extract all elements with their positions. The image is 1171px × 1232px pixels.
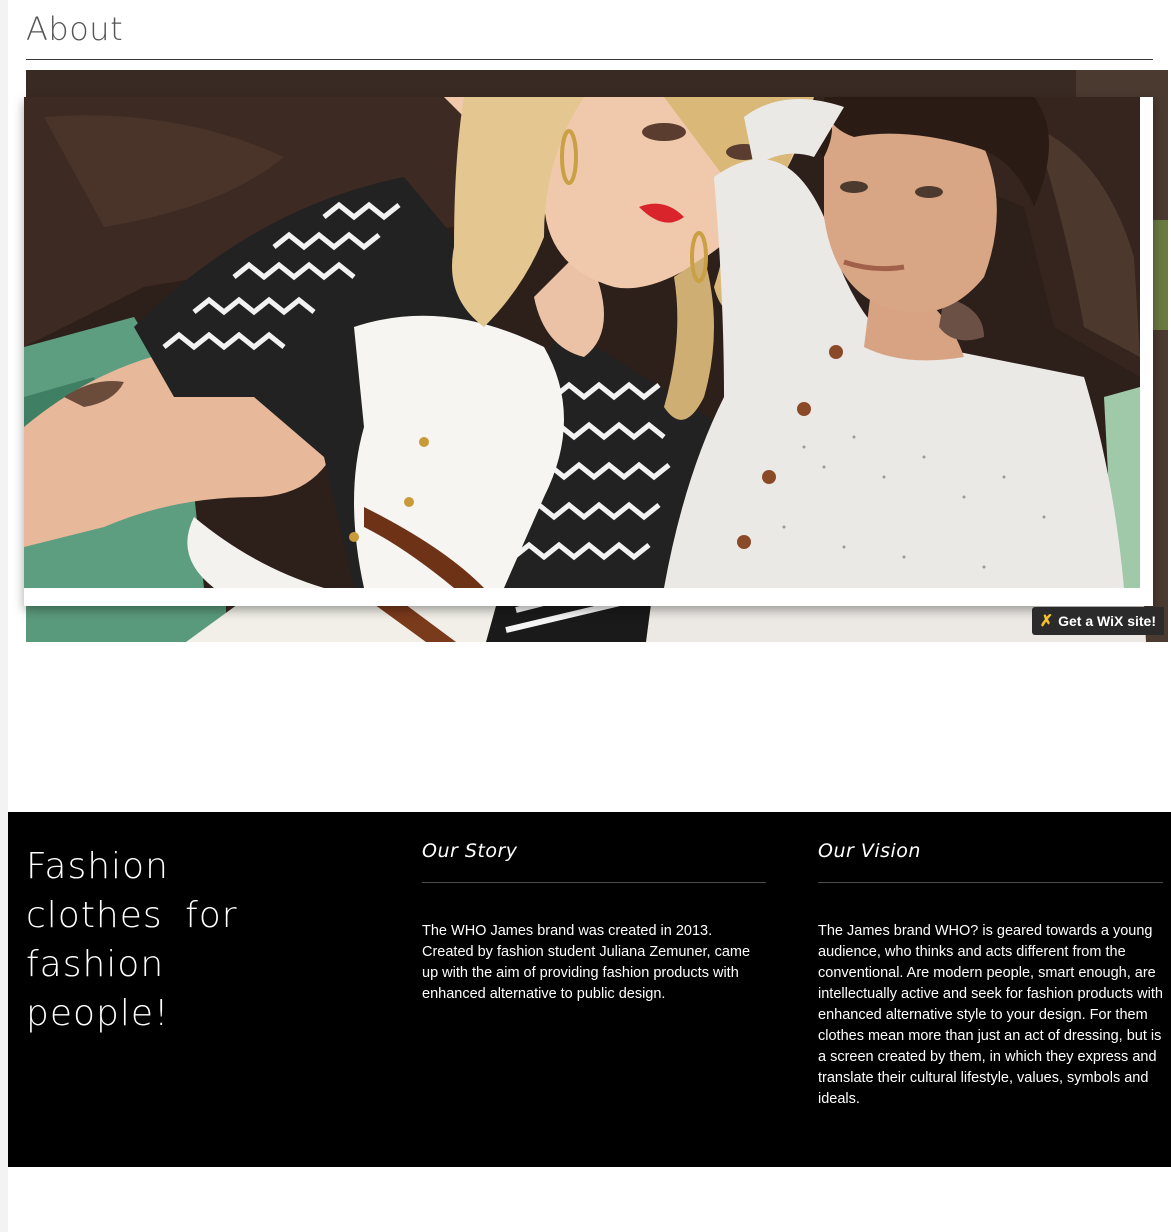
footer: Fashion clothes for fashion people! Our … (8, 812, 1171, 1167)
couple-photo (24, 97, 1140, 588)
left-gutter (0, 0, 8, 1232)
footer-tagline: Fashion clothes for fashion people! (26, 846, 238, 1034)
wix-logo-icon: ✗ (1039, 613, 1054, 630)
our-story-heading: Our Story (422, 840, 518, 862)
our-vision-heading: Our Vision (818, 840, 921, 862)
our-vision-section: Our Vision The James brand WHO? is geare… (818, 840, 1163, 1110)
get-wix-site-badge[interactable]: ✗ Get a WiX site! (1031, 607, 1164, 635)
page: About ✗ Get a WiX site! Fashion clothes … (0, 0, 1171, 1232)
page-title: About (26, 10, 124, 48)
our-vision-text: The James brand WHO? is geared towards a… (818, 923, 1163, 1107)
our-story-divider (422, 882, 766, 883)
our-story-section: Our Story The WHO James brand was create… (422, 840, 766, 1005)
wix-badge-label: Get a WiX site! (1058, 613, 1156, 629)
our-story-text: The WHO James brand was created in 2013.… (422, 923, 751, 1002)
our-vision-divider (818, 882, 1163, 883)
featured-photo (24, 97, 1153, 606)
title-divider (26, 59, 1153, 60)
